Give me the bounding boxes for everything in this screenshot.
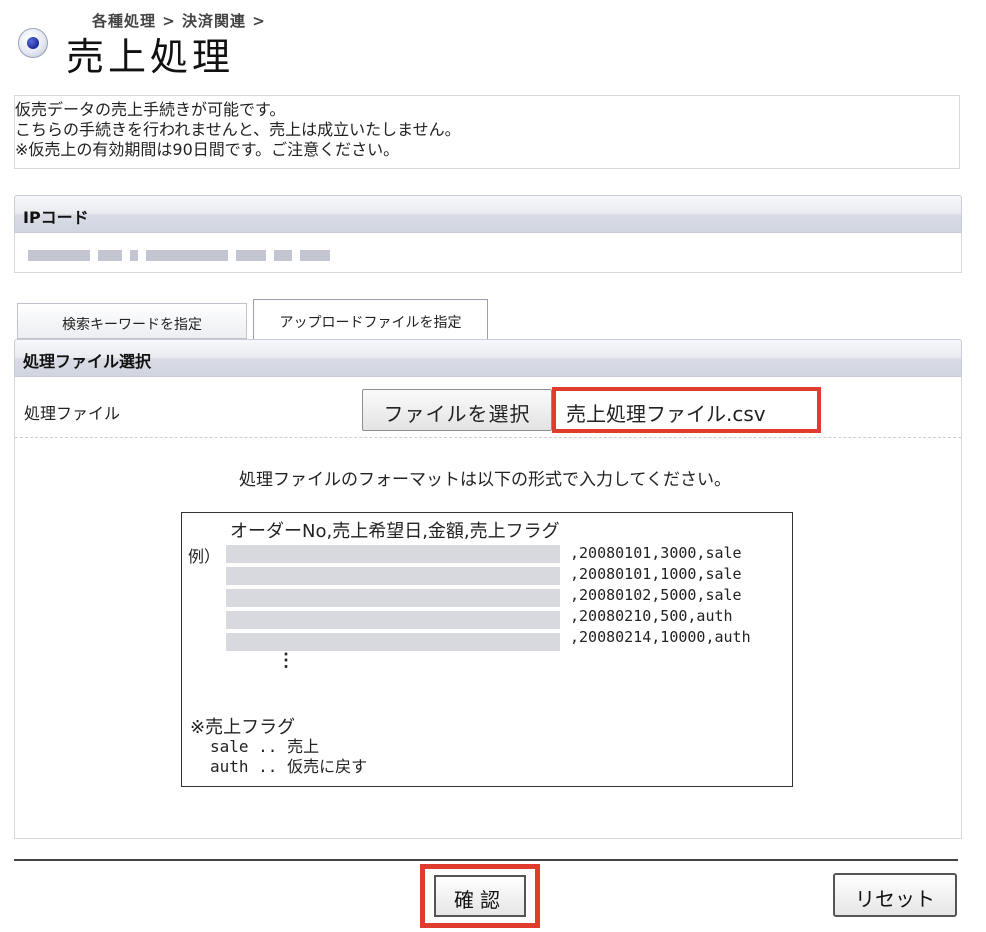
format-instruction-text: 処理ファイルのフォーマットは以下の形式で入力してください。 (239, 470, 731, 490)
choose-file-button[interactable]: ファイルを選択 (362, 389, 552, 431)
tab-search-keyword[interactable]: 検索キーワードを指定 (17, 303, 247, 339)
sample-row: ,20080101,3000,sale (570, 544, 742, 562)
flag-item: sale .. 売上 (210, 737, 320, 756)
sample-header: オーダーNo,売上希望日,金額,売上フラグ (230, 521, 560, 542)
ipcode-header: IPコード (14, 195, 962, 233)
process-file-header-label: 処理ファイル選択 (23, 352, 152, 371)
info-box: 仮売データの売上手続きが可能です。 こちらの手続きを行われませんと、売上は成立い… (14, 95, 960, 169)
example-label: 例） (188, 547, 221, 566)
process-file-label: 処理ファイル (24, 404, 121, 423)
sample-row: ,20080101,1000,sale (570, 565, 742, 583)
sample-row: ,20080214,10000,auth (570, 628, 751, 646)
format-instruction: 処理ファイルのフォーマットは以下の形式で入力してください。 (0, 465, 986, 490)
order-numbers-redacted (226, 541, 560, 651)
page-title: 売上処理 (66, 35, 235, 79)
footer-divider (14, 859, 958, 861)
format-sample-box: オーダーNo,売上希望日,金額,売上フラグ 例） ,20080101,3000,… (181, 512, 793, 787)
selected-file-name: 売上処理ファイル.csv (552, 387, 821, 433)
info-line: ※仮売上の有効期間は90日間です。ご注意ください。 (15, 140, 400, 159)
process-file-header: 処理ファイル選択 (14, 339, 962, 377)
sample-row: ,20080210,500,auth (570, 607, 733, 625)
sample-row: ,20080102,5000,sale (570, 586, 742, 604)
ipcode-label: IPコード (23, 208, 89, 227)
tab-upload-file[interactable]: アップロードファイルを指定 (253, 299, 488, 339)
flag-item: auth .. 仮売に戻す (210, 757, 368, 776)
info-line: 仮売データの売上手続きが可能です。 (15, 100, 286, 119)
sample-rows: ,20080101,3000,sale ,20080101,1000,sale ,2… (570, 543, 751, 648)
divider (15, 437, 961, 438)
vertical-ellipsis-icon: ⋮ (277, 650, 295, 671)
radio-bullet-icon (18, 28, 48, 58)
flag-title: ※売上フラグ (190, 717, 296, 738)
info-line: こちらの手続きを行われませんと、売上は成立いたしません。 (15, 120, 461, 139)
flag-list: sale .. 売上 auth .. 仮売に戻す (210, 737, 367, 777)
ipcode-value-redacted (28, 250, 338, 261)
reset-button[interactable]: リセット (833, 873, 957, 917)
confirm-button[interactable]: 確認 (434, 875, 526, 917)
